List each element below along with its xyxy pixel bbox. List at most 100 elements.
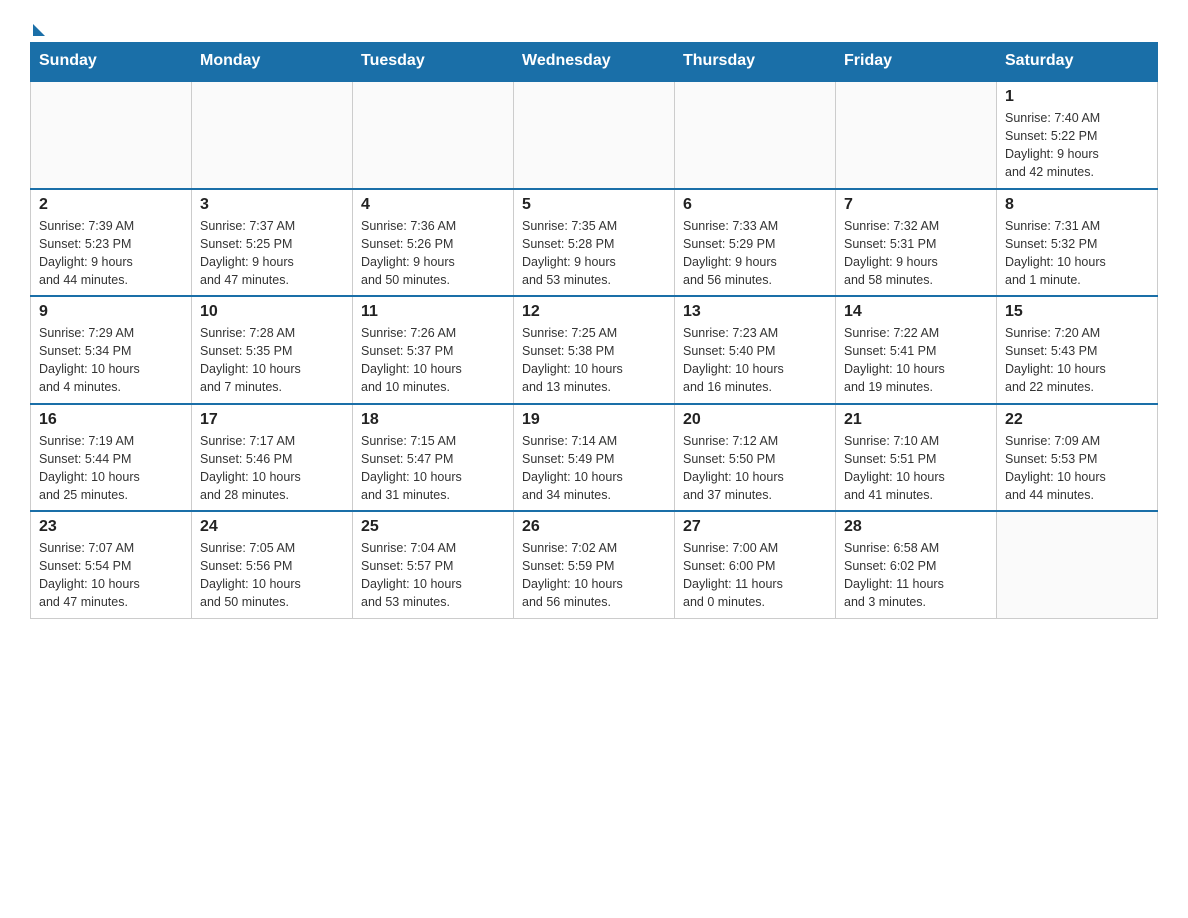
day-info: Sunrise: 7:07 AM Sunset: 5:54 PM Dayligh… <box>39 539 183 612</box>
day-info: Sunrise: 7:29 AM Sunset: 5:34 PM Dayligh… <box>39 324 183 397</box>
calendar-cell: 9 Sunrise: 7:29 AM Sunset: 5:34 PM Daylig… <box>31 296 192 404</box>
day-info: Sunrise: 7:17 AM Sunset: 5:46 PM Dayligh… <box>200 432 344 505</box>
day-number: 25 <box>361 518 505 536</box>
calendar-cell: 20 Sunrise: 7:12 AM Sunset: 5:50 PM Dayli… <box>675 404 836 512</box>
day-number: 21 <box>844 411 988 429</box>
calendar-week-5: 23 Sunrise: 7:07 AM Sunset: 5:54 PM Dayli… <box>31 511 1158 618</box>
day-info: Sunrise: 7:35 AM Sunset: 5:28 PM Dayligh… <box>522 217 666 290</box>
weekday-header-tuesday: Tuesday <box>353 42 514 81</box>
weekday-header-sunday: Sunday <box>31 42 192 81</box>
day-info: Sunrise: 7:33 AM Sunset: 5:29 PM Dayligh… <box>683 217 827 290</box>
weekday-header-thursday: Thursday <box>675 42 836 81</box>
calendar-cell: 6 Sunrise: 7:33 AM Sunset: 5:29 PM Daylig… <box>675 189 836 297</box>
calendar-cell: 4 Sunrise: 7:36 AM Sunset: 5:26 PM Daylig… <box>353 189 514 297</box>
day-info: Sunrise: 7:10 AM Sunset: 5:51 PM Dayligh… <box>844 432 988 505</box>
calendar-cell: 10Sunrise: 7:28 AM Sunset: 5:35 PM Dayli… <box>192 296 353 404</box>
calendar-week-3: 9 Sunrise: 7:29 AM Sunset: 5:34 PM Daylig… <box>31 296 1158 404</box>
calendar-cell: 1Sunrise: 7:40 AM Sunset: 5:22 PM Daylig… <box>997 81 1158 189</box>
calendar-cell: 27 Sunrise: 7:00 AM Sunset: 6:00 PM Dayli… <box>675 511 836 618</box>
page-header <box>30 20 1158 32</box>
calendar-cell: 26 Sunrise: 7:02 AM Sunset: 5:59 PM Dayli… <box>514 511 675 618</box>
calendar-cell <box>192 81 353 189</box>
calendar-cell: 24 Sunrise: 7:05 AM Sunset: 5:56 PM Dayli… <box>192 511 353 618</box>
day-number: 22 <box>1005 411 1149 429</box>
day-number: 18 <box>361 411 505 429</box>
calendar-week-2: 2 Sunrise: 7:39 AM Sunset: 5:23 PM Daylig… <box>31 189 1158 297</box>
day-number: 27 <box>683 518 827 536</box>
day-info: Sunrise: 7:26 AM Sunset: 5:37 PM Dayligh… <box>361 324 505 397</box>
day-number: 11 <box>361 303 505 321</box>
calendar-cell <box>514 81 675 189</box>
day-info: Sunrise: 7:04 AM Sunset: 5:57 PM Dayligh… <box>361 539 505 612</box>
day-info: Sunrise: 7:09 AM Sunset: 5:53 PM Dayligh… <box>1005 432 1149 505</box>
day-number: 16 <box>39 411 183 429</box>
calendar-cell: 5Sunrise: 7:35 AM Sunset: 5:28 PM Daylig… <box>514 189 675 297</box>
day-number: 20 <box>683 411 827 429</box>
day-info: Sunrise: 7:02 AM Sunset: 5:59 PM Dayligh… <box>522 539 666 612</box>
calendar-cell <box>997 511 1158 618</box>
day-number: 9 <box>39 303 183 321</box>
day-number: 2 <box>39 196 183 214</box>
calendar-cell: 19 Sunrise: 7:14 AM Sunset: 5:49 PM Dayli… <box>514 404 675 512</box>
logo <box>30 20 45 32</box>
day-info: Sunrise: 7:14 AM Sunset: 5:49 PM Dayligh… <box>522 432 666 505</box>
calendar-cell: 22 Sunrise: 7:09 AM Sunset: 5:53 PM Dayli… <box>997 404 1158 512</box>
weekday-header-saturday: Saturday <box>997 42 1158 81</box>
calendar-cell: 18 Sunrise: 7:15 AM Sunset: 5:47 PM Dayli… <box>353 404 514 512</box>
calendar-week-1: 1Sunrise: 7:40 AM Sunset: 5:22 PM Daylig… <box>31 81 1158 189</box>
day-info: Sunrise: 6:58 AM Sunset: 6:02 PM Dayligh… <box>844 539 988 612</box>
day-number: 23 <box>39 518 183 536</box>
calendar-cell <box>836 81 997 189</box>
calendar-cell: 13 Sunrise: 7:23 AM Sunset: 5:40 PM Dayli… <box>675 296 836 404</box>
weekday-header-row: SundayMondayTuesdayWednesdayThursdayFrid… <box>31 42 1158 81</box>
weekday-header-wednesday: Wednesday <box>514 42 675 81</box>
calendar-cell: 28Sunrise: 6:58 AM Sunset: 6:02 PM Dayli… <box>836 511 997 618</box>
day-number: 13 <box>683 303 827 321</box>
calendar-cell: 11 Sunrise: 7:26 AM Sunset: 5:37 PM Dayli… <box>353 296 514 404</box>
day-info: Sunrise: 7:22 AM Sunset: 5:41 PM Dayligh… <box>844 324 988 397</box>
calendar-cell: 21 Sunrise: 7:10 AM Sunset: 5:51 PM Dayli… <box>836 404 997 512</box>
calendar-cell: 14 Sunrise: 7:22 AM Sunset: 5:41 PM Dayli… <box>836 296 997 404</box>
day-info: Sunrise: 7:12 AM Sunset: 5:50 PM Dayligh… <box>683 432 827 505</box>
day-number: 15 <box>1005 303 1149 321</box>
calendar-cell <box>353 81 514 189</box>
day-number: 14 <box>844 303 988 321</box>
calendar-cell <box>675 81 836 189</box>
calendar-cell: 3 Sunrise: 7:37 AM Sunset: 5:25 PM Daylig… <box>192 189 353 297</box>
day-info: Sunrise: 7:05 AM Sunset: 5:56 PM Dayligh… <box>200 539 344 612</box>
weekday-header-monday: Monday <box>192 42 353 81</box>
day-info: Sunrise: 7:15 AM Sunset: 5:47 PM Dayligh… <box>361 432 505 505</box>
day-info: Sunrise: 7:36 AM Sunset: 5:26 PM Dayligh… <box>361 217 505 290</box>
day-info: Sunrise: 7:31 AM Sunset: 5:32 PM Dayligh… <box>1005 217 1149 290</box>
day-info: Sunrise: 7:25 AM Sunset: 5:38 PM Dayligh… <box>522 324 666 397</box>
day-number: 6 <box>683 196 827 214</box>
calendar-cell: 8 Sunrise: 7:31 AM Sunset: 5:32 PM Daylig… <box>997 189 1158 297</box>
day-info: Sunrise: 7:19 AM Sunset: 5:44 PM Dayligh… <box>39 432 183 505</box>
day-number: 26 <box>522 518 666 536</box>
day-number: 19 <box>522 411 666 429</box>
day-number: 7 <box>844 196 988 214</box>
day-number: 8 <box>1005 196 1149 214</box>
calendar-table: SundayMondayTuesdayWednesdayThursdayFrid… <box>30 42 1158 619</box>
day-info: Sunrise: 7:32 AM Sunset: 5:31 PM Dayligh… <box>844 217 988 290</box>
calendar-cell: 25 Sunrise: 7:04 AM Sunset: 5:57 PM Dayli… <box>353 511 514 618</box>
day-number: 1 <box>1005 88 1149 106</box>
calendar-cell: 7 Sunrise: 7:32 AM Sunset: 5:31 PM Daylig… <box>836 189 997 297</box>
calendar-cell: 16 Sunrise: 7:19 AM Sunset: 5:44 PM Dayli… <box>31 404 192 512</box>
day-info: Sunrise: 7:23 AM Sunset: 5:40 PM Dayligh… <box>683 324 827 397</box>
calendar-cell: 23 Sunrise: 7:07 AM Sunset: 5:54 PM Dayli… <box>31 511 192 618</box>
day-info: Sunrise: 7:20 AM Sunset: 5:43 PM Dayligh… <box>1005 324 1149 397</box>
day-number: 4 <box>361 196 505 214</box>
calendar-cell: 12 Sunrise: 7:25 AM Sunset: 5:38 PM Dayli… <box>514 296 675 404</box>
day-info: Sunrise: 7:00 AM Sunset: 6:00 PM Dayligh… <box>683 539 827 612</box>
calendar-cell: 15 Sunrise: 7:20 AM Sunset: 5:43 PM Dayli… <box>997 296 1158 404</box>
day-number: 24 <box>200 518 344 536</box>
day-number: 3 <box>200 196 344 214</box>
day-number: 17 <box>200 411 344 429</box>
day-info: Sunrise: 7:37 AM Sunset: 5:25 PM Dayligh… <box>200 217 344 290</box>
calendar-cell: 17 Sunrise: 7:17 AM Sunset: 5:46 PM Dayli… <box>192 404 353 512</box>
day-info: Sunrise: 7:39 AM Sunset: 5:23 PM Dayligh… <box>39 217 183 290</box>
day-number: 12 <box>522 303 666 321</box>
logo-arrow-icon <box>33 24 45 36</box>
day-info: Sunrise: 7:28 AM Sunset: 5:35 PM Dayligh… <box>200 324 344 397</box>
